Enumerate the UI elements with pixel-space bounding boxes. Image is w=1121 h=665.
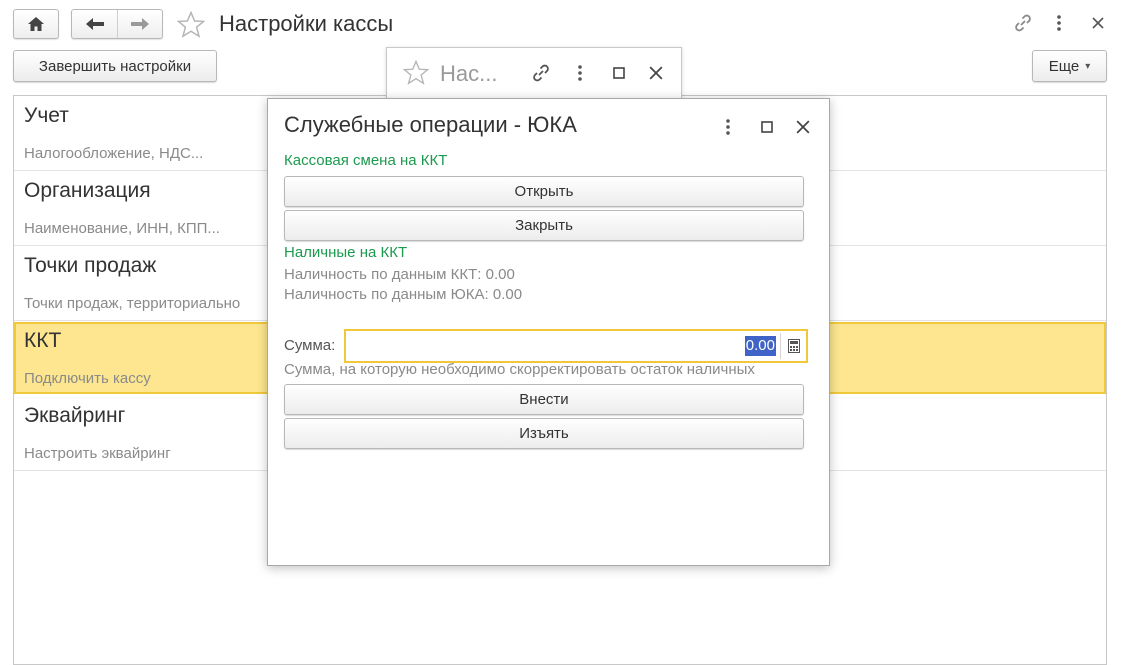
sum-label: Сумма: (284, 337, 336, 354)
sum-value: 0.00 (744, 336, 776, 356)
more-vertical-icon[interactable] (718, 115, 738, 139)
cash-group-title: Наличные на ККТ (284, 244, 408, 261)
list-item-name: Эквайринг (24, 404, 126, 427)
list-item-description: Налогообложение, НДС... (24, 145, 204, 162)
list-item-description: Подключить кассу (24, 370, 151, 387)
forward-button[interactable] (117, 10, 162, 38)
arrow-left-icon (85, 18, 104, 30)
arrow-right-icon (131, 18, 149, 30)
page-title: Настройки кассы (219, 11, 394, 36)
home-button[interactable] (13, 9, 59, 39)
home-icon (14, 10, 58, 38)
list-item-description: Наименование, ИНН, КПП... (24, 220, 220, 237)
close-icon[interactable] (645, 61, 667, 85)
close-icon[interactable] (792, 115, 814, 139)
close-icon[interactable] (1086, 10, 1110, 36)
background-window-title: Нас... (440, 61, 498, 86)
link-icon[interactable] (1010, 10, 1036, 36)
list-item-name: Точки продаж (24, 254, 157, 277)
history-nav (71, 9, 163, 39)
deposit-button[interactable]: Внести (284, 384, 804, 415)
favorite-star-icon[interactable] (175, 9, 207, 39)
list-item-description: Точки продаж, территориально (24, 295, 241, 312)
list-item-description: Настроить эквайринг (24, 445, 171, 462)
more-button-label: Еще (1048, 57, 1080, 75)
open-shift-button[interactable]: Открыть (284, 176, 804, 207)
cash-yuka-info: Наличность по данным ЮКА: 0.00 (284, 286, 523, 303)
more-vertical-icon[interactable] (1047, 10, 1071, 36)
calculator-icon[interactable] (780, 333, 806, 359)
more-button[interactable]: Еще ▾ (1032, 50, 1107, 82)
sum-hint: Сумма, на которую необходимо скорректиро… (284, 361, 755, 378)
link-icon[interactable] (529, 61, 553, 85)
chevron-down-icon: ▾ (1085, 60, 1091, 72)
list-item-name: ККТ (24, 329, 62, 352)
maximize-icon[interactable] (756, 115, 778, 139)
shift-group-title: Кассовая смена на ККТ (284, 152, 448, 169)
finish-settings-button[interactable]: Завершить настройки (13, 50, 217, 82)
sum-input[interactable]: 0.00 (344, 329, 808, 363)
cash-kkt-info: Наличность по данным ККТ: 0.00 (284, 266, 515, 283)
withdraw-button[interactable]: Изъять (284, 418, 804, 449)
background-window[interactable]: Нас... (386, 47, 682, 99)
service-operations-dialog: Служебные операции - ЮКА Кассовая смена … (267, 98, 830, 566)
list-item-name: Организация (24, 179, 151, 202)
back-button[interactable] (72, 10, 117, 38)
close-shift-button[interactable]: Закрыть (284, 210, 804, 241)
more-vertical-icon[interactable] (570, 61, 590, 85)
list-item-name: Учет (24, 104, 69, 127)
dialog-title: Служебные операции - ЮКА (284, 112, 577, 137)
maximize-icon[interactable] (608, 61, 630, 85)
favorite-star-icon[interactable] (402, 59, 430, 90)
